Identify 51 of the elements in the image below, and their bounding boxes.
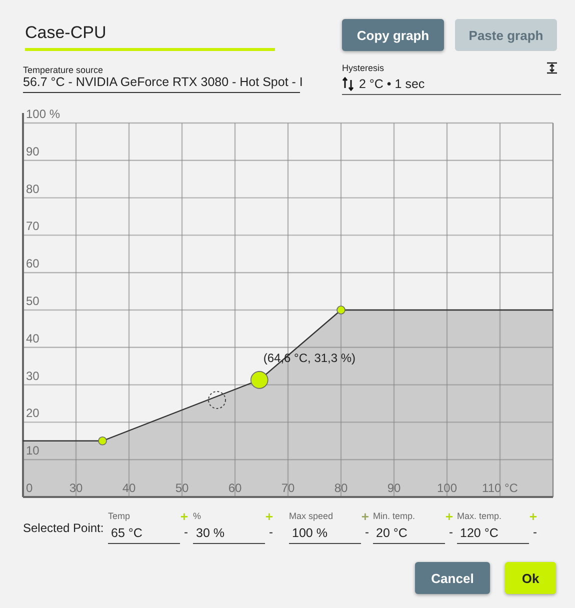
y-tick-label: 50 [26,294,40,308]
y-tick-label: 0 [26,481,33,495]
x-tick-label: 100 [436,481,458,495]
curve-point[interactable] [250,371,268,389]
decrement-button[interactable]: - [269,525,273,544]
x-tick-label: 70 [281,481,295,495]
x-tick-label: 40 [122,481,136,495]
hover-marker [208,391,226,409]
input-field[interactable]: 20 °C [373,523,445,544]
y-tick-label: 90 [26,144,40,158]
y-tick-label: 10 [26,444,40,458]
x-tick-label: 80 [334,481,348,495]
field-label: Min. temp. [373,511,416,521]
field-label: % [193,511,202,521]
decrement-button[interactable]: - [184,525,188,544]
y-tick-label: 20 [26,406,40,420]
temperature-source-select[interactable]: Temperature source 56.7 °C - NVIDIA GeForce RTX 3080 - Hot Spot - I [23,65,300,93]
name-field[interactable]: Case-CPU [25,19,275,51]
field-label: Temperature source [23,65,104,75]
y-tick-label: 30 [26,368,40,383]
input-field[interactable]: 65 °C [108,523,180,544]
x-tick-label: 30 [69,481,83,495]
graph-button[interactable]: Copy graph [342,19,444,51]
field-label: Max. temp. [457,511,502,521]
select-value: 56.7 °C - NVIDIA GeForce RTX 3080 - Hot Spot - I [23,75,303,89]
field-label: Hysteresis [342,63,384,73]
x-tick-label: 110 °C [482,481,518,495]
field-label: Temp [108,511,130,521]
selected-point-label: Selected Point: [23,521,105,535]
ok-button[interactable]: Ok [505,562,556,594]
y-tick-label: 60 [26,256,40,271]
up-down-arrows-icon [342,77,354,91]
cancel-button[interactable]: Cancel [415,562,490,594]
y-tick-label: 70 [26,219,40,234]
x-tick-label: 60 [228,481,242,495]
curve-point[interactable] [336,306,346,314]
hysteresis-field[interactable]: 2 °C • 1 sec [342,74,561,95]
input-field[interactable]: 30 % [193,523,265,544]
x-tick-label: 90 [387,481,401,495]
expand-icon [546,62,558,74]
input-field[interactable]: 120 °C [457,523,529,544]
y-tick-label: 100 % [26,107,60,121]
decrement-button[interactable]: - [449,525,453,544]
y-tick-label: 40 [26,331,40,346]
field-label: Max speed [289,511,334,521]
curve-point[interactable] [98,436,107,446]
decrement-button[interactable]: - [365,525,369,544]
y-tick-label: 80 [26,182,40,196]
x-tick-label: 50 [175,481,189,495]
decrement-button[interactable]: - [533,525,537,544]
input-field[interactable]: 100 % [289,523,361,544]
